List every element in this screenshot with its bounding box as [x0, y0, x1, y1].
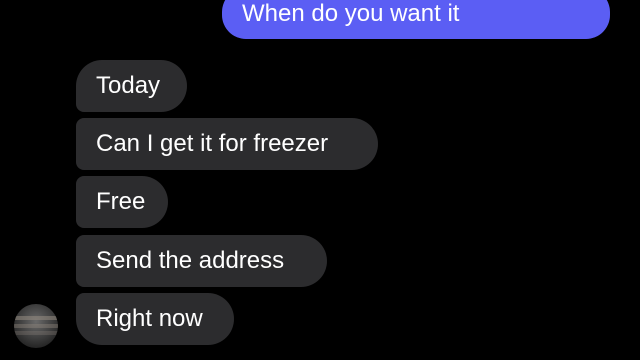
- outgoing-message-bubble[interactable]: When do you want it: [222, 0, 610, 39]
- incoming-message-bubble[interactable]: Free: [76, 176, 168, 228]
- avatar-photo-detail: [14, 331, 58, 335]
- incoming-message-bubble[interactable]: Send the address: [76, 235, 327, 287]
- contact-avatar[interactable]: [14, 304, 58, 348]
- incoming-message-bubble[interactable]: Today: [76, 60, 187, 112]
- message-thread: When do you want it Today Can I get it f…: [0, 0, 640, 360]
- incoming-message-bubble[interactable]: Right now: [76, 293, 234, 345]
- incoming-message-bubble[interactable]: Can I get it for freezer: [76, 118, 378, 170]
- avatar-photo-detail: [14, 316, 58, 320]
- avatar-photo-detail: [14, 324, 58, 328]
